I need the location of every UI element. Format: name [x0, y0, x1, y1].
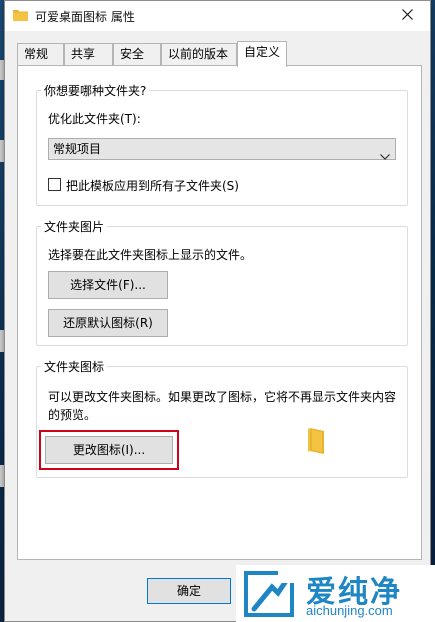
tab-sharing[interactable]: 共享 — [64, 43, 113, 65]
tab-previous-versions[interactable]: 以前的版本 — [161, 43, 237, 65]
customize-panel: 你想要哪种文件夹? 优化此文件夹(T): 常规项目 把此模板应用到所有子文件夹(… — [17, 65, 422, 560]
restore-default-button[interactable]: 还原默认图标(R) — [48, 309, 168, 337]
change-icon-button[interactable]: 更改图标(I)... — [45, 436, 173, 464]
ok-button[interactable]: 确定 — [147, 578, 231, 604]
apply-subfolders-checkbox[interactable] — [48, 178, 61, 191]
folder-icon-description-line2: 的预览。 — [48, 408, 97, 422]
tab-general[interactable]: 常规 — [17, 43, 64, 65]
watermark-url: aichunjing.com — [306, 603, 393, 618]
optimize-dropdown[interactable]: 常规项目 — [48, 138, 396, 160]
title-bar[interactable]: 可爱桌面图标 属性 — [5, 1, 430, 31]
group-legend: 你想要哪种文件夹? — [44, 84, 147, 98]
tab-label: 共享 — [71, 47, 96, 61]
chevron-down-icon — [380, 146, 390, 166]
window-title: 可爱桌面图标 属性 — [35, 10, 135, 24]
tab-label: 自定义 — [244, 45, 281, 59]
apply-subfolders-label: 把此模板应用到所有子文件夹(S) — [66, 179, 239, 193]
tab-label: 常规 — [24, 47, 49, 61]
properties-dialog: 可爱桌面图标 属性 常规 共享 安全 以前的版本 自定义 你想要哪种文件夹? 优… — [4, 0, 431, 622]
folder-preview-icon — [308, 428, 326, 457]
group-legend: 文件夹图标 — [44, 360, 105, 374]
tab-security[interactable]: 安全 — [113, 43, 161, 65]
close-button[interactable] — [384, 1, 430, 31]
folder-icon-description-line1: 可以更改文件夹图标。如果更改了图标，它将不再显示文件夹内容 — [48, 390, 397, 404]
tab-label: 安全 — [120, 47, 145, 61]
tab-customize[interactable]: 自定义 — [237, 41, 287, 67]
close-icon — [401, 9, 413, 23]
optimize-value: 常规项目 — [53, 142, 102, 156]
optimize-label: 优化此文件夹(T): — [48, 112, 141, 126]
watermark: 爱纯净 aichunjing.com — [236, 565, 435, 622]
watermark-logo-icon — [242, 569, 296, 619]
choose-file-button[interactable]: 选择文件(F)... — [48, 271, 168, 299]
tab-label: 以前的版本 — [168, 47, 229, 61]
group-legend: 文件夹图片 — [44, 220, 105, 234]
folder-picture-description: 选择要在此文件夹图标上显示的文件。 — [48, 248, 253, 262]
folder-icon — [13, 9, 28, 21]
